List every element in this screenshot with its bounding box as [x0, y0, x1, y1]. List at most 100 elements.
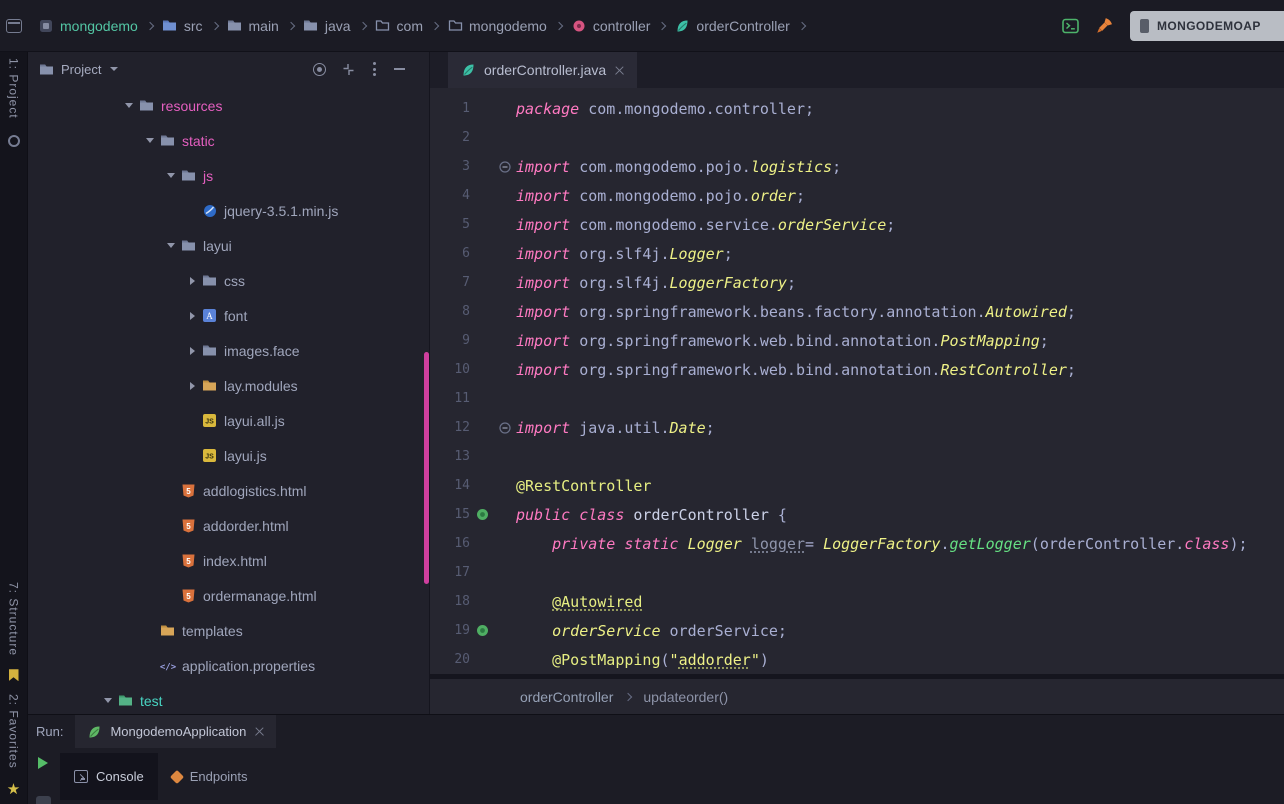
code-line[interactable]: 14@RestController — [430, 471, 1284, 500]
line-number[interactable]: 11 — [430, 391, 470, 406]
line-number[interactable]: 15 — [430, 507, 470, 522]
breadcrumb-class[interactable]: orderController — [520, 689, 613, 705]
tab-close-icon[interactable] — [614, 65, 625, 76]
line-number[interactable]: 9 — [430, 333, 470, 348]
line-number[interactable]: 13 — [430, 449, 470, 464]
chevron-down-icon[interactable] — [146, 138, 154, 143]
tab-endpoints[interactable]: Endpoints — [158, 753, 262, 800]
code-line[interactable]: 13 — [430, 442, 1284, 471]
tree-row[interactable]: jquery-3.5.1.min.js — [28, 193, 429, 228]
chevron-right-icon[interactable] — [190, 312, 195, 320]
code-area[interactable]: 1package com.mongodemo.controller; 2 3impo… — [430, 88, 1284, 674]
bookmark-icon[interactable] — [9, 669, 19, 681]
code-line[interactable]: 18 @Autowired — [430, 587, 1284, 616]
code-line[interactable]: 11 — [430, 384, 1284, 413]
line-number[interactable]: 8 — [430, 304, 470, 319]
tree-row[interactable]: css — [28, 263, 429, 298]
stripe-project-button[interactable]: 1: Project — [7, 58, 21, 119]
code-line[interactable]: 4import com.mongodemo.pojo.order; — [430, 181, 1284, 210]
code-line[interactable]: 6import org.slf4j.Logger; — [430, 239, 1284, 268]
rocket-icon[interactable] — [1096, 17, 1113, 34]
line-number[interactable]: 12 — [430, 420, 470, 435]
chevron-down-icon[interactable] — [104, 698, 112, 703]
tree-row[interactable]: js — [28, 158, 429, 193]
chevron-right-icon[interactable] — [190, 382, 195, 390]
tree-row[interactable]: 5index.html — [28, 543, 429, 578]
tab-console[interactable]: Console — [60, 753, 158, 800]
line-number[interactable]: 7 — [430, 275, 470, 290]
chevron-right-icon[interactable] — [190, 277, 195, 285]
breadcrumb-item[interactable]: mongodemo — [447, 18, 547, 34]
more-options-icon[interactable] — [371, 60, 378, 78]
project-title[interactable]: Project — [61, 62, 101, 77]
code-line[interactable]: 12import java.util.Date; — [430, 413, 1284, 442]
code-line[interactable]: 7import org.slf4j.LoggerFactory; — [430, 268, 1284, 297]
run-config-chip[interactable]: MONGODEMOAP — [1130, 11, 1284, 41]
code-line[interactable]: 20 @PostMapping("addorder") — [430, 645, 1284, 674]
line-number[interactable]: 16 — [430, 536, 470, 551]
stripe-favorites-button[interactable]: 2: Favorites — [7, 694, 21, 769]
code-line[interactable]: 9import org.springframework.web.bind.ann… — [430, 326, 1284, 355]
editor-tab[interactable]: orderController.java — [448, 52, 637, 88]
tree-row[interactable]: templates — [28, 613, 429, 648]
run-configuration-tab[interactable]: MongodemoApplication — [75, 715, 276, 748]
app-window-icon[interactable] — [6, 19, 22, 33]
tree-row[interactable]: JSlayui.all.js — [28, 403, 429, 438]
breadcrumb-method[interactable]: updateorder() — [643, 689, 728, 705]
run-tab-close-icon[interactable] — [254, 726, 265, 737]
chevron-down-icon[interactable] — [110, 67, 118, 71]
tree-row[interactable]: layui — [28, 228, 429, 263]
locate-file-icon[interactable] — [313, 63, 326, 76]
breadcrumb-item[interactable]: controller — [571, 18, 651, 34]
breadcrumb-item[interactable]: mongodemo — [38, 18, 138, 34]
line-number[interactable]: 14 — [430, 478, 470, 493]
code-line[interactable]: 3import com.mongodemo.pojo.logistics; — [430, 152, 1284, 181]
code-line[interactable]: 5import com.mongodemo.service.orderServi… — [430, 210, 1284, 239]
tree-row[interactable]: </>application.properties — [28, 648, 429, 683]
breadcrumb-item[interactable]: src — [162, 18, 203, 34]
line-number[interactable]: 1 — [430, 101, 470, 116]
breadcrumb-item[interactable]: com — [375, 18, 423, 34]
code-line[interactable]: 19 orderService orderService; — [430, 616, 1284, 645]
tree-row[interactable]: JSlayui.js — [28, 438, 429, 473]
terminal-icon[interactable] — [1062, 18, 1079, 34]
line-number[interactable]: 2 — [430, 130, 470, 145]
breadcrumb-item[interactable]: main — [227, 18, 279, 34]
code-line[interactable]: 8import org.springframework.beans.factor… — [430, 297, 1284, 326]
rerun-play-button[interactable] — [38, 757, 48, 769]
line-number[interactable]: 18 — [430, 594, 470, 609]
code-line[interactable]: 10import org.springframework.web.bind.an… — [430, 355, 1284, 384]
hide-panel-icon[interactable] — [394, 68, 405, 70]
line-number[interactable]: 5 — [430, 217, 470, 232]
tree-row[interactable]: lay.modules — [28, 368, 429, 403]
line-number[interactable]: 4 — [430, 188, 470, 203]
fold-icon[interactable] — [499, 422, 511, 434]
breadcrumb-item[interactable]: orderController — [674, 18, 789, 34]
breadcrumb-item[interactable]: java — [303, 18, 351, 34]
code-line[interactable]: 1package com.mongodemo.controller; — [430, 94, 1284, 123]
chevron-right-icon[interactable] — [190, 347, 195, 355]
tree-row[interactable]: 5addlogistics.html — [28, 473, 429, 508]
tree-row[interactable]: resources — [28, 88, 429, 123]
line-number[interactable]: 19 — [430, 623, 470, 638]
tree-row[interactable]: test — [28, 683, 429, 714]
line-number[interactable]: 3 — [430, 159, 470, 174]
line-number[interactable]: 20 — [430, 652, 470, 667]
tree-row[interactable]: 5ordermanage.html — [28, 578, 429, 613]
stripe-ring-icon[interactable] — [8, 135, 20, 147]
chevron-down-icon[interactable] — [125, 103, 133, 108]
line-number[interactable]: 17 — [430, 565, 470, 580]
stripe-structure-button[interactable]: 7: Structure — [7, 582, 21, 656]
spring-bean-icon[interactable] — [476, 508, 489, 521]
code-line[interactable]: 17 — [430, 558, 1284, 587]
chevron-down-icon[interactable] — [167, 243, 175, 248]
tree-row[interactable]: static — [28, 123, 429, 158]
project-scrollbar[interactable] — [424, 352, 429, 584]
code-line[interactable]: 16 private static Logger logger= LoggerF… — [430, 529, 1284, 558]
chevron-down-icon[interactable] — [167, 173, 175, 178]
spring-bean-icon[interactable] — [476, 624, 489, 637]
fold-icon[interactable] — [499, 161, 511, 173]
favorites-star-icon[interactable] — [6, 782, 22, 798]
code-line[interactable]: 2 — [430, 123, 1284, 152]
stop-button-partial[interactable] — [36, 796, 51, 804]
